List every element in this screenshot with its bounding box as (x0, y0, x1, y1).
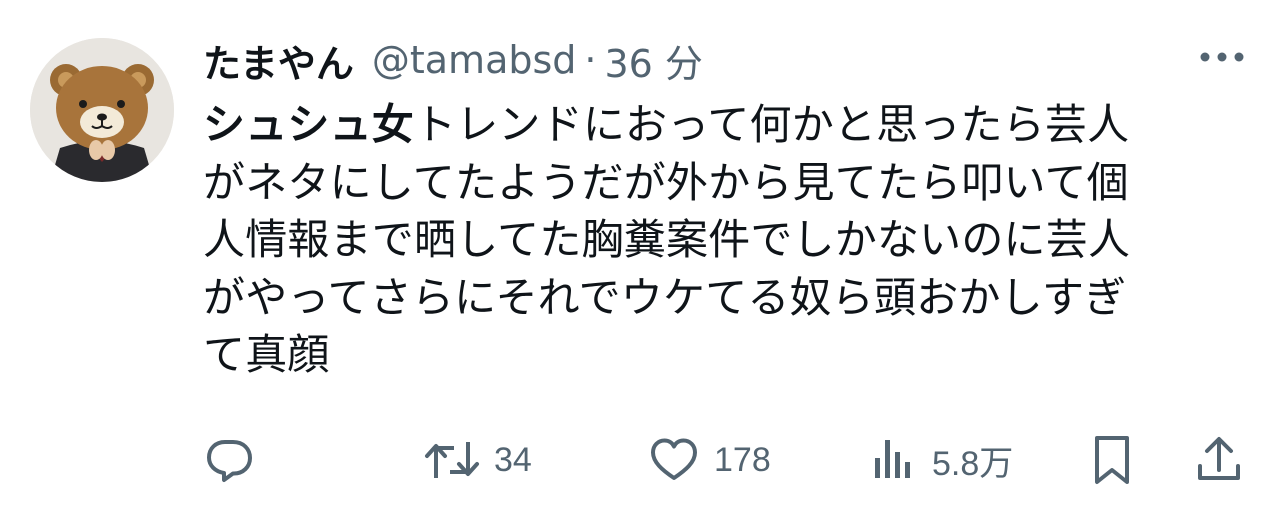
tweet-text-line: シュシュ女トレンドにおって何かと思ったら芸人 (203, 96, 1213, 154)
separator-dot: · (584, 38, 597, 82)
text-segment: がやってさらにそれでウケてる奴ら頭おかしすぎ (203, 272, 1127, 322)
tweet-text-line: て真顔 (203, 326, 1213, 384)
timestamp[interactable]: 36 分 (605, 33, 703, 88)
bookmark-button[interactable] (1090, 430, 1134, 490)
bookmark-icon (1090, 434, 1134, 486)
tweet: たまやん @tamabsd · 36 分 シュシュ女トレンドにおって何かと思った… (0, 0, 1280, 529)
bear-mascot-avatar-icon (30, 38, 174, 182)
tweet-text-line: 人情報まで晒してた胸糞案件でしかないのに芸人 (203, 211, 1213, 269)
retweet-button[interactable]: 34 (424, 430, 532, 490)
share-icon (1194, 434, 1244, 486)
reply-icon (203, 434, 255, 486)
views-button[interactable]: 5.8万 (870, 430, 1013, 490)
text-segment: 人情報まで晒してた胸糞案件でしかないのに芸人 (203, 215, 1131, 264)
retweet-icon (424, 434, 480, 486)
views-icon (870, 434, 918, 486)
retweet-count: 34 (494, 440, 532, 479)
like-button[interactable]: 178 (648, 430, 771, 490)
share-button[interactable] (1194, 430, 1244, 490)
heart-icon (648, 434, 700, 486)
text-segment: がネタにしてたようだが外から見てたら叩いて個 (203, 157, 1129, 207)
text-segment: トレンドにおって何かと思ったら芸人 (414, 100, 1130, 149)
tweet-header: たまやん @tamabsd · 36 分 (203, 30, 703, 90)
tweet-text-line: がやってさらにそれでウケてる奴ら頭おかしすぎ (203, 269, 1213, 327)
text-segment: て真顔 (203, 330, 330, 379)
more-options-icon[interactable] (1196, 42, 1248, 72)
reply-button[interactable] (203, 430, 255, 490)
like-count: 178 (714, 440, 771, 479)
user-handle[interactable]: @tamabsd (372, 38, 577, 82)
views-count: 5.8万 (932, 444, 1014, 483)
display-name[interactable]: たまやん (203, 33, 354, 88)
tweet-text: シュシュ女トレンドにおって何かと思ったら芸人 がネタにしてたようだが外から見てた… (203, 96, 1213, 384)
action-bar: 34 178 5.8万 (0, 430, 1280, 490)
tweet-text-line: がネタにしてたようだが外から見てたら叩いて個 (203, 154, 1213, 212)
highlighted-keyword: シュシュ女 (203, 100, 415, 149)
avatar[interactable] (30, 38, 174, 182)
